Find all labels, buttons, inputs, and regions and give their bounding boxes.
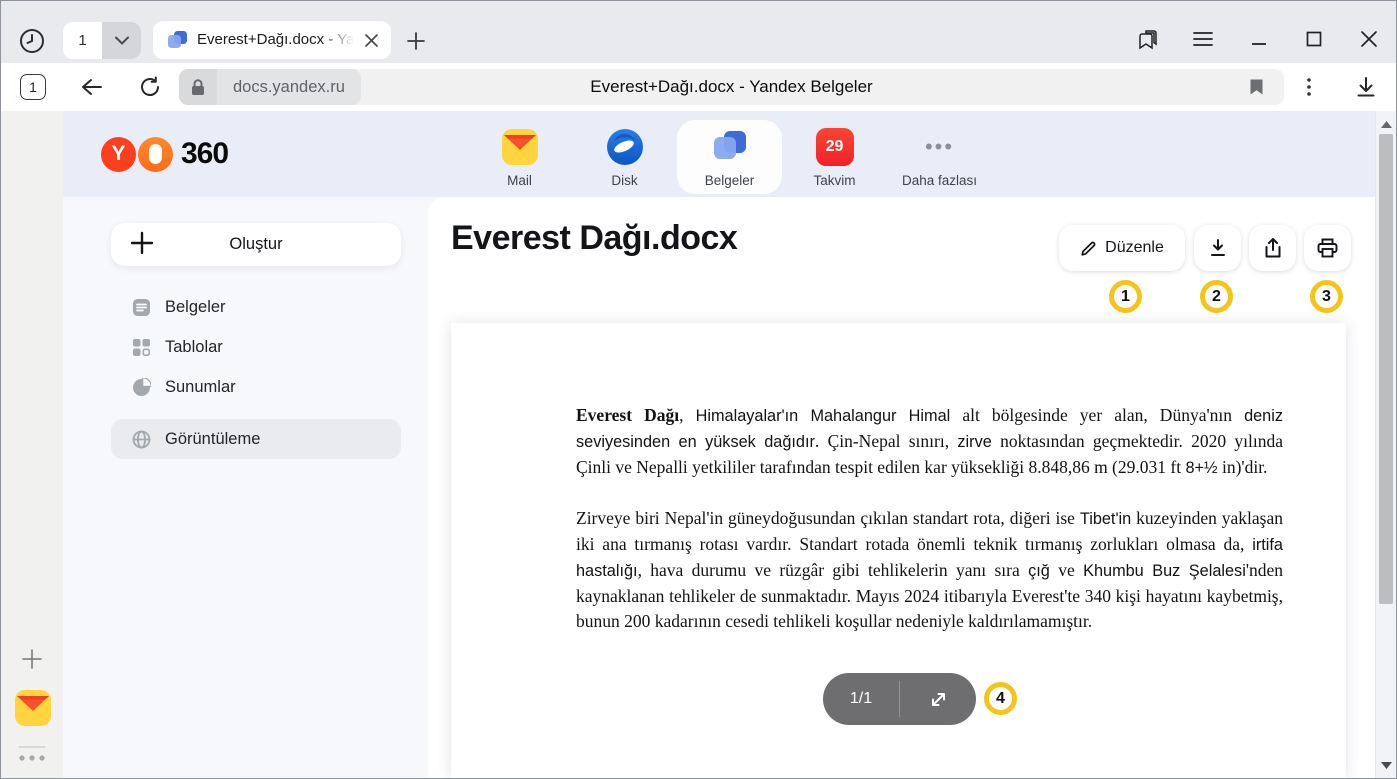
strip-divider [19, 746, 45, 748]
tab-close-icon[interactable] [359, 28, 383, 52]
service-more[interactable]: ••• Daha fazlası [887, 120, 992, 194]
scrollbar-thumb[interactable] [1379, 134, 1393, 604]
omnibox-page-title: Everest+Dağı.docx - Yandex Belgeler [419, 69, 1044, 105]
disk-icon [606, 128, 644, 166]
lock-icon[interactable] [179, 69, 217, 105]
edit-label: Düzenle [1105, 239, 1164, 257]
bookmark-icon[interactable] [1249, 78, 1264, 96]
service-disk[interactable]: Disk [572, 120, 677, 194]
history-clock-icon[interactable] [17, 26, 47, 56]
service-label: Belgeler [705, 173, 755, 188]
annotation-4: 4 [984, 682, 1017, 715]
omnibox[interactable]: docs.yandex.ru Everest+Dağı.docx - Yande… [179, 69, 1284, 105]
strip-more-icon[interactable] [17, 754, 47, 762]
plus-icon [129, 230, 155, 256]
logo-y-icon: Y [101, 137, 136, 172]
docs-favicon [166, 29, 188, 51]
sidebar-item-tablolar[interactable]: Tablolar [111, 327, 401, 367]
annotation-2: 2 [1200, 280, 1233, 313]
new-tab-button[interactable] [401, 26, 431, 56]
logo-text: 360 [181, 137, 228, 171]
scroll-up-icon[interactable] [1376, 114, 1396, 134]
annotation-3: 3 [1310, 280, 1343, 313]
sidebar-item-sunumlar[interactable]: Sunumlar [111, 367, 401, 407]
tab-group-chip[interactable]: 1 [63, 22, 141, 59]
browser-window: 1 Everest+Dağı.docx - Yan [0, 0, 1397, 779]
document-view: Everest Dağı.docx Düzenle 1 2 3 [428, 197, 1375, 778]
yandex-360-logo[interactable]: Y 360 [101, 135, 228, 173]
service-label: Disk [611, 173, 637, 188]
downloads-button[interactable] [1353, 74, 1379, 100]
kebab-menu-icon[interactable] [1296, 74, 1322, 100]
web-content: Y 360 Mail Disk [63, 111, 1375, 778]
maximize-button[interactable] [1301, 26, 1327, 52]
edit-button[interactable]: Düzenle [1059, 225, 1185, 271]
download-icon [1208, 238, 1228, 258]
document-text: Everest Dağı, Himalayalar'ın Mahalangur … [451, 323, 1346, 634]
page-count: 1/1 [823, 690, 899, 708]
printer-icon [1317, 238, 1338, 258]
docs-sidebar: Oluştur Belgeler Tablolar [63, 197, 428, 778]
side-panels-icon[interactable] [1136, 26, 1162, 52]
create-button[interactable]: Oluştur [111, 223, 401, 266]
page-indicator-pill[interactable]: 1/1 [823, 673, 976, 725]
more-dots-icon: ••• [921, 128, 959, 166]
tab-list-badge[interactable]: 1 [20, 74, 46, 100]
service-label: Mail [507, 173, 532, 188]
address-bar: 1 docs.yandex.ru Everest+Dağı.docx - Yan… [1, 63, 1396, 111]
annotation-1: 1 [1109, 280, 1142, 313]
sidebar-add-icon[interactable] [22, 649, 42, 669]
browser-menu-icon[interactable] [1190, 26, 1216, 52]
presentation-pie-icon [131, 377, 151, 397]
download-button[interactable] [1194, 225, 1241, 271]
sidebar-item-belgeler[interactable]: Belgeler [111, 287, 401, 327]
logo-o-icon [138, 137, 173, 172]
share-icon [1262, 237, 1284, 259]
fullscreen-expand-icon[interactable] [900, 690, 976, 709]
service-mail[interactable]: Mail [467, 120, 572, 194]
calendar-icon: 29 [816, 128, 854, 166]
close-button[interactable] [1356, 26, 1382, 52]
table-grid-icon [131, 337, 151, 357]
reload-button[interactable] [137, 74, 163, 100]
document-icon [131, 297, 151, 317]
service-label: Takvim [813, 173, 855, 188]
service-belgeler[interactable]: Belgeler [677, 120, 782, 194]
minimize-button[interactable] [1246, 26, 1272, 52]
page-title: Everest Dağı.docx [451, 219, 737, 258]
tab-group-count: 1 [63, 22, 102, 59]
app-body: Oluştur Belgeler Tablolar [63, 197, 1375, 778]
mail-app-icon[interactable] [14, 689, 52, 727]
back-button[interactable] [79, 74, 105, 100]
share-button[interactable] [1249, 225, 1296, 271]
service-takvim[interactable]: 29 Takvim [782, 120, 887, 194]
service-label: Daha fazlası [902, 173, 977, 188]
url-domain[interactable]: docs.yandex.ru [217, 69, 361, 105]
tab-title: Everest+Dağı.docx - Yan [197, 21, 357, 59]
print-button[interactable] [1304, 225, 1351, 271]
portal-header: Y 360 Mail Disk [63, 111, 1375, 197]
documents-icon [711, 128, 749, 166]
page-scrollbar[interactable] [1375, 111, 1396, 778]
tab-bar: 1 Everest+Dağı.docx - Yan [1, 1, 1396, 63]
pencil-icon [1080, 240, 1097, 257]
services-nav: Mail Disk Belgeler 29 Takvim [467, 120, 992, 194]
browser-sidebar-strip [1, 111, 63, 778]
sidebar-item-goruntuleme[interactable]: Görüntüleme [111, 419, 401, 459]
scroll-down-icon[interactable] [1376, 755, 1396, 775]
chevron-down-icon[interactable] [102, 22, 141, 59]
globe-icon [131, 429, 151, 449]
mail-icon [501, 128, 539, 166]
active-tab[interactable]: Everest+Dağı.docx - Yan [153, 21, 391, 59]
